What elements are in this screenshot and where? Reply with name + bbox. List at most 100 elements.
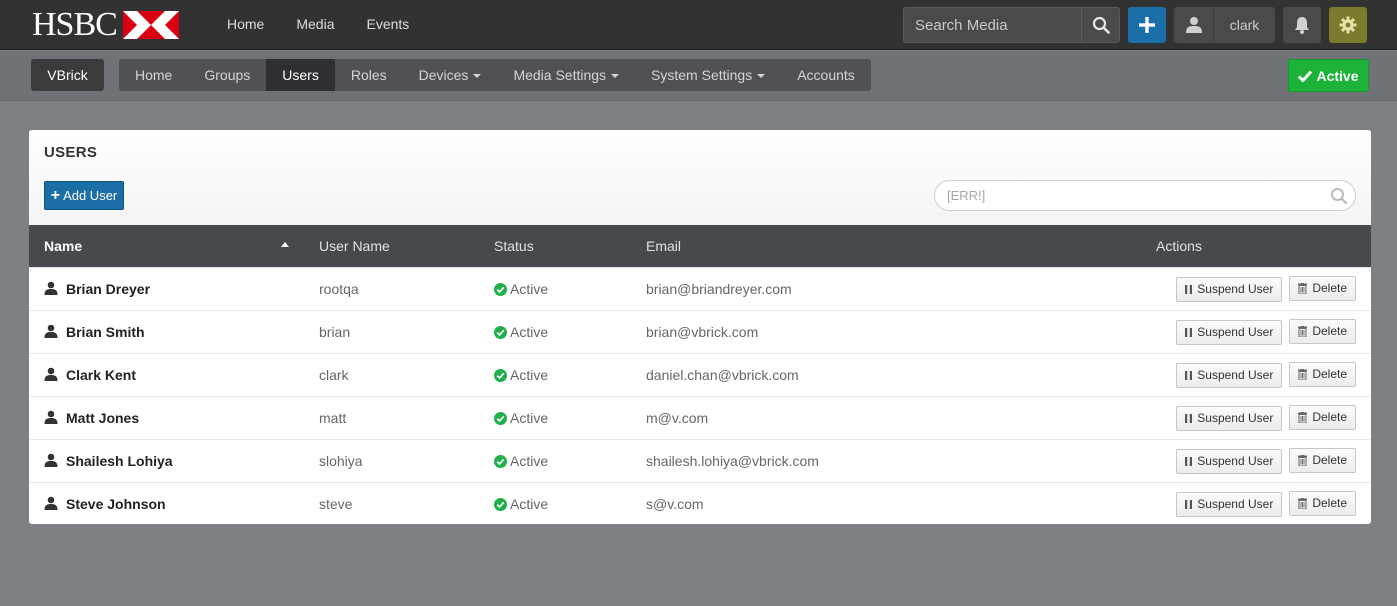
hsbc-hexagon-icon <box>122 11 179 39</box>
user-icon <box>1185 17 1202 33</box>
status-text: Active <box>510 495 549 512</box>
add-media-button[interactable] <box>1128 7 1166 43</box>
status-cell: Active <box>479 267 631 310</box>
delete-user-button[interactable]: Delete <box>1289 361 1356 387</box>
suspend-user-button[interactable]: Suspend User <box>1176 362 1283 388</box>
user-name-cell[interactable]: Steve Johnson <box>29 482 304 524</box>
admin-nav: Home Groups Users Roles Devices Media Se… <box>119 59 871 91</box>
user-name-cell[interactable]: Brian Dreyer <box>29 267 304 310</box>
delete-user-label: Delete <box>1312 281 1347 295</box>
admin-nav-users-label: Users <box>282 67 319 83</box>
status-text: Active <box>510 323 549 340</box>
email-cell: shailesh.lohiya@vbrick.com <box>646 452 819 469</box>
user-filter-input[interactable] <box>934 180 1356 211</box>
suspend-user-button[interactable]: Suspend User <box>1176 319 1283 345</box>
table-row: Steve Johnson steve Active s@v.com Suspe… <box>29 482 1371 524</box>
admin-nav-home-label: Home <box>135 67 173 83</box>
status-text: Active <box>510 366 549 383</box>
user-name-cell[interactable]: Shailesh Lohiya <box>29 439 304 482</box>
username-cell: rootqa <box>319 280 359 297</box>
nav-media[interactable]: Media <box>280 0 350 50</box>
user-menu-button[interactable]: clark <box>1174 7 1275 43</box>
user-full-name: Matt Jones <box>66 409 140 426</box>
user-icon <box>44 367 58 381</box>
actions-cell: Suspend User Delete <box>1141 353 1371 396</box>
user-name-cell[interactable]: Brian Smith <box>29 310 304 353</box>
admin-nav-groups[interactable]: Groups <box>188 59 266 91</box>
username-cell: steve <box>319 495 353 512</box>
delete-user-label: Delete <box>1312 453 1347 467</box>
users-panel: USERS + Add User Name User Name Status E… <box>29 130 1371 524</box>
suspend-user-button[interactable]: Suspend User <box>1176 491 1283 517</box>
suspend-user-button[interactable]: Suspend User <box>1176 276 1283 302</box>
delete-user-button[interactable]: Delete <box>1289 404 1356 430</box>
suspend-user-button[interactable]: Suspend User <box>1176 405 1283 431</box>
nav-home[interactable]: Home <box>211 0 280 50</box>
user-full-name: Brian Smith <box>66 323 145 340</box>
user-icon <box>44 281 58 295</box>
notifications-button[interactable] <box>1283 7 1321 43</box>
delete-user-button[interactable]: Delete <box>1289 447 1356 473</box>
user-name-cell[interactable]: Clark Kent <box>29 353 304 396</box>
user-icon <box>44 324 58 338</box>
column-header-username[interactable]: User Name <box>304 225 479 267</box>
column-header-name[interactable]: Name <box>29 225 304 267</box>
page-title: USERS <box>44 144 98 161</box>
admin-nav-home[interactable]: Home <box>119 59 188 91</box>
delete-user-button[interactable]: Delete <box>1289 275 1356 301</box>
username-cell: matt <box>319 409 347 426</box>
status-cell: Active <box>479 353 631 396</box>
actions-cell: Suspend User Delete <box>1141 310 1371 353</box>
table-row: Matt Jones matt Active m@v.com Suspend U… <box>29 396 1371 439</box>
suspend-user-button[interactable]: Suspend User <box>1176 448 1283 474</box>
check-circle-icon <box>494 411 507 425</box>
user-name-cell[interactable]: Matt Jones <box>29 396 304 439</box>
delete-user-label: Delete <box>1312 410 1347 424</box>
check-circle-icon <box>494 282 507 296</box>
suspend-user-label: Suspend User <box>1197 454 1274 468</box>
email-cell: daniel.chan@vbrick.com <box>646 366 799 383</box>
admin-nav-system-settings[interactable]: System Settings <box>635 59 781 91</box>
admin-nav-devices[interactable]: Devices <box>403 59 498 91</box>
trash-icon <box>1298 497 1308 509</box>
suspend-user-label: Suspend User <box>1197 282 1274 296</box>
user-icon <box>44 453 58 467</box>
add-user-button[interactable]: + Add User <box>44 181 124 210</box>
user-full-name: Steve Johnson <box>66 495 166 512</box>
admin-nav-groups-label: Groups <box>204 67 251 83</box>
trash-icon <box>1298 411 1308 423</box>
status-text: Active <box>510 409 549 426</box>
search-icon <box>1092 16 1110 34</box>
check-circle-icon <box>494 454 507 468</box>
column-header-email[interactable]: Email <box>631 225 1141 267</box>
delete-user-label: Delete <box>1312 324 1347 338</box>
delete-user-label: Delete <box>1312 367 1347 381</box>
admin-nav-accounts[interactable]: Accounts <box>781 59 871 91</box>
search-button[interactable] <box>1081 7 1120 43</box>
brand-logo[interactable]: HSBC <box>32 8 179 42</box>
column-header-status[interactable]: Status <box>479 225 631 267</box>
delete-user-button[interactable]: Delete <box>1289 490 1356 516</box>
account-status-button[interactable]: Active <box>1288 59 1369 92</box>
admin-nav-users[interactable]: Users <box>266 59 335 91</box>
panel-header: USERS + Add User <box>29 130 1371 225</box>
delete-user-button[interactable]: Delete <box>1289 318 1356 344</box>
column-header-actions: Actions <box>1156 237 1202 254</box>
admin-nav-media-settings[interactable]: Media Settings <box>497 59 635 91</box>
admin-nav-roles[interactable]: Roles <box>335 59 403 91</box>
pause-icon <box>1185 370 1193 380</box>
pause-icon <box>1185 413 1193 423</box>
settings-button[interactable] <box>1329 7 1367 43</box>
account-name-badge[interactable]: VBrick <box>31 59 104 91</box>
admin-nav-accounts-label: Accounts <box>797 67 855 83</box>
search-media-input[interactable] <box>903 7 1082 43</box>
user-full-name: Shailesh Lohiya <box>66 452 173 469</box>
suspend-user-label: Suspend User <box>1197 411 1274 425</box>
status-cell: Active <box>479 310 631 353</box>
pause-icon <box>1185 284 1193 294</box>
delete-user-label: Delete <box>1312 496 1347 511</box>
nav-events[interactable]: Events <box>351 0 426 50</box>
table-row: Brian Dreyer rootqa Active brian@briandr… <box>29 267 1371 310</box>
email-cell: brian@briandreyer.com <box>646 280 792 297</box>
trash-icon <box>1298 454 1308 466</box>
